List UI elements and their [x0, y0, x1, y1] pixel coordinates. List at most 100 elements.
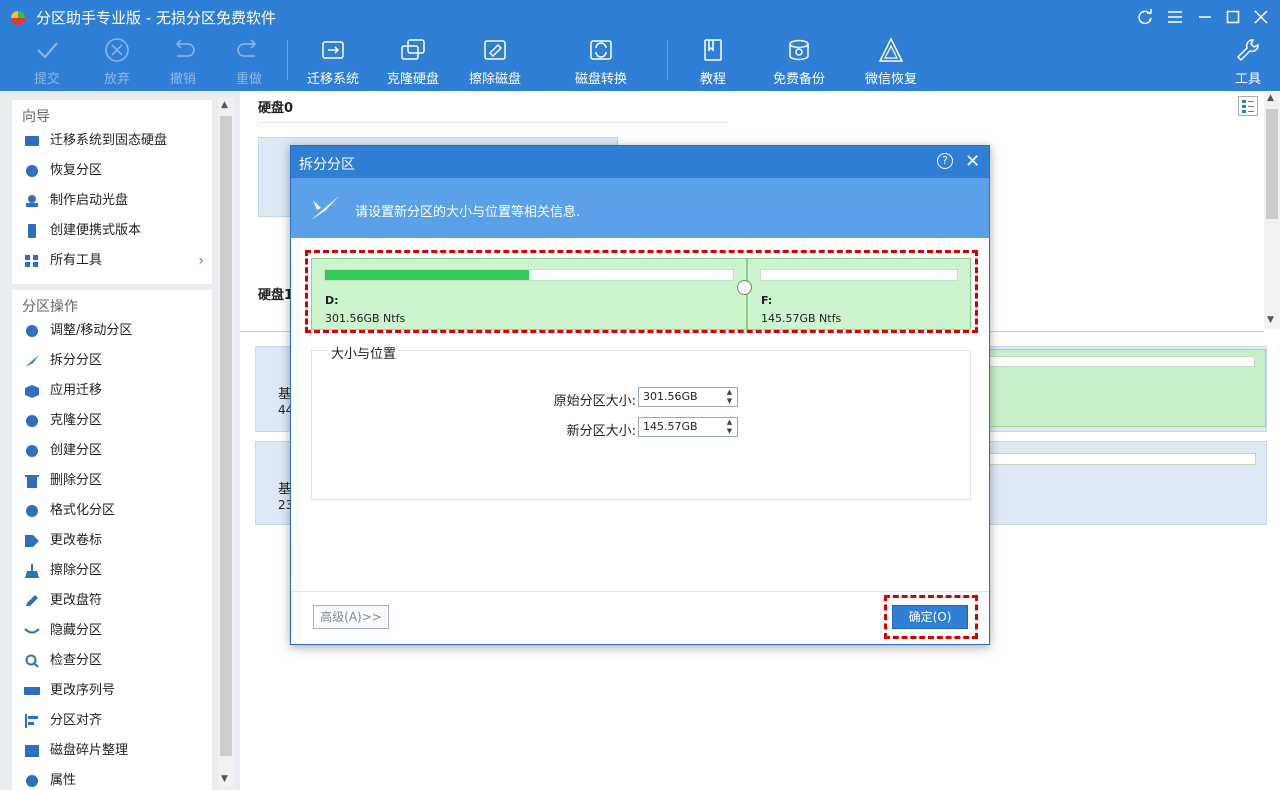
sidebar-item-align-partition[interactable]: 分区对齐	[12, 706, 212, 736]
original-size-label: 原始分区大小:	[553, 394, 636, 409]
book-icon	[704, 39, 722, 61]
minimize-icon[interactable]	[1194, 6, 1216, 28]
scroll-down-icon[interactable]: ▼	[221, 774, 228, 784]
original-size-row: 原始分区大小: 301.56GB ▲ ▼	[312, 387, 972, 409]
resize-icon	[26, 325, 38, 337]
dialog-close-icon[interactable]: ✕	[965, 151, 980, 172]
redo-button[interactable]: 重做	[222, 36, 276, 88]
new-size-stepper[interactable]: ▲ ▼	[722, 418, 737, 436]
convert-disk-icon	[590, 40, 612, 60]
split-partition-dialog: 拆分分区 ? ✕ 请设置新分区的大小与位置等相关信息. D: 301.56GB …	[290, 145, 990, 645]
migrate-disk-icon	[322, 41, 344, 59]
undo-icon	[175, 39, 195, 57]
sidebar-item-format-partition[interactable]: 格式化分区	[12, 496, 212, 526]
sidebar-item-boot-disc[interactable]: 制作启动光盘	[12, 186, 212, 216]
sidebar-item-change-letter[interactable]: 更改盘符	[12, 586, 212, 616]
new-size-label: 新分区大小:	[566, 424, 636, 439]
align-icon	[25, 714, 38, 728]
app-title: 分区助手专业版 - 无损分区免费软件	[36, 9, 276, 27]
scroll-thumb[interactable]	[220, 116, 232, 756]
redo-icon	[237, 39, 257, 57]
usb-icon	[28, 224, 36, 238]
clone-disk-icon	[401, 39, 425, 60]
disk-card-1-partition[interactable]	[976, 349, 1266, 427]
sidebar-item-create-partition[interactable]: 创建分区	[12, 436, 212, 466]
trash-icon	[25, 475, 39, 488]
eraser-disk-icon	[484, 40, 506, 60]
discard-button[interactable]: 放弃	[90, 36, 144, 88]
sidebar-item-resize-move[interactable]: 调整/移动分区	[12, 316, 212, 346]
disk-convert-button[interactable]: 磁盘转换	[566, 36, 636, 88]
close-icon[interactable]	[1250, 6, 1272, 28]
scroll-down-icon[interactable]: ▼	[1267, 315, 1274, 325]
sidebar-item-wipe-partition[interactable]: 擦除分区	[12, 556, 212, 586]
left-scrollbar[interactable]: ▲ ▼	[218, 98, 234, 788]
create-icon	[26, 445, 38, 457]
sidebar-item-check-partition[interactable]: 检查分区	[12, 646, 212, 676]
pie-icon	[26, 165, 38, 177]
original-size-stepper[interactable]: ▲ ▼	[722, 388, 737, 406]
sidebar-item-change-label[interactable]: 更改卷标	[12, 526, 212, 556]
toolbar-separator	[287, 40, 288, 80]
sidebar-item-properties[interactable]: 属性	[12, 766, 212, 790]
dialog-title: 拆分分区	[299, 157, 355, 173]
dialog-footer-divider	[291, 591, 989, 592]
app-logo-icon	[11, 11, 25, 25]
wipe-disk-button[interactable]: 擦除磁盘	[462, 36, 528, 88]
undo-button[interactable]: 撤销	[156, 36, 210, 88]
sidebar-item-hide-partition[interactable]: 隐藏分区	[12, 616, 212, 646]
box-icon	[25, 385, 39, 398]
clone-disk-button[interactable]: 克隆硬盘	[380, 36, 446, 88]
tools-button[interactable]: 工具	[1224, 36, 1272, 88]
disk-card-2-bar	[986, 453, 1256, 465]
title-bar: 分区助手专业版 - 无损分区免费软件	[0, 0, 1280, 34]
sidebar-item-portable-version[interactable]: 创建便携式版本	[12, 216, 212, 246]
size-position-group: 大小与位置 原始分区大小: 301.56GB ▲ ▼ 新分区大小: 145.57G…	[311, 343, 972, 500]
divider	[258, 122, 728, 123]
main-scrollbar[interactable]: ▲ ▼	[1264, 93, 1280, 329]
sidebar-item-change-serial[interactable]: 更改序列号	[12, 676, 212, 706]
scroll-up-icon[interactable]: ▲	[1267, 93, 1274, 103]
sidebar-item-split[interactable]: 拆分分区	[12, 346, 212, 376]
chevron-right-icon: ›	[198, 253, 204, 269]
dialog-banner: 请设置新分区的大小与位置等相关信息.	[291, 178, 989, 238]
size-position-title: 大小与位置	[328, 343, 400, 362]
advanced-button[interactable]: 高级(A)>>	[313, 605, 389, 629]
sidebar-item-delete-partition[interactable]: 删除分区	[12, 466, 212, 496]
broom-icon	[25, 564, 39, 578]
refresh-icon[interactable]	[1134, 6, 1156, 28]
toolbar-separator	[667, 40, 668, 80]
migrate-icon	[25, 136, 39, 146]
sidebar-item-all-tools[interactable]: 所有工具 ›	[12, 246, 212, 276]
new-size-row: 新分区大小: 145.57GB ▲ ▼	[312, 417, 972, 439]
sidebar-item-recover-partition[interactable]: 恢复分区	[12, 156, 212, 186]
grid-icon	[25, 255, 38, 267]
commit-button[interactable]: 提交	[20, 36, 74, 88]
wrench-icon	[1236, 39, 1259, 62]
scroll-up-icon[interactable]: ▲	[221, 100, 228, 110]
menu-icon[interactable]	[1164, 6, 1186, 28]
tag-icon	[25, 535, 39, 547]
properties-icon	[26, 775, 38, 787]
boot-disc-icon	[26, 195, 38, 207]
migrate-system-button[interactable]: 迁移系统	[300, 36, 366, 88]
sidebar-item-app-migrate[interactable]: 应用迁移	[12, 376, 212, 406]
check-icon	[37, 42, 58, 59]
wechat-recovery-button[interactable]: 微信恢复	[858, 36, 924, 88]
sidebar-item-defrag[interactable]: 磁盘碎片整理	[12, 736, 212, 766]
eye-closed-icon	[24, 628, 40, 634]
pencil-icon	[26, 595, 38, 606]
operations-section: 分区操作 调整/移动分区 拆分分区 应用迁移 克隆分区 创建分区 删除分区 格式…	[12, 290, 212, 790]
maximize-icon[interactable]	[1222, 6, 1244, 28]
sidebar-item-migrate-ssd[interactable]: 迁移系统到固态硬盘	[12, 126, 212, 156]
tutorial-button[interactable]: 教程	[686, 36, 740, 88]
view-toggle-icon[interactable]	[1238, 96, 1258, 116]
scroll-thumb[interactable]	[1266, 109, 1278, 219]
left-panel: 向导 迁移系统到固态硬盘 恢复分区 制作启动光盘 创建便携式版本 所有工具 › …	[0, 91, 240, 790]
help-icon[interactable]: ?	[937, 153, 953, 169]
dialog-titlebar: 拆分分区 ? ✕	[291, 146, 989, 178]
sidebar-item-clone-partition[interactable]: 克隆分区	[12, 406, 212, 436]
cancel-circle-icon	[105, 38, 129, 62]
disk0-label: 硬盘0	[258, 101, 294, 116]
free-backup-button[interactable]: 免费备份	[766, 36, 832, 88]
